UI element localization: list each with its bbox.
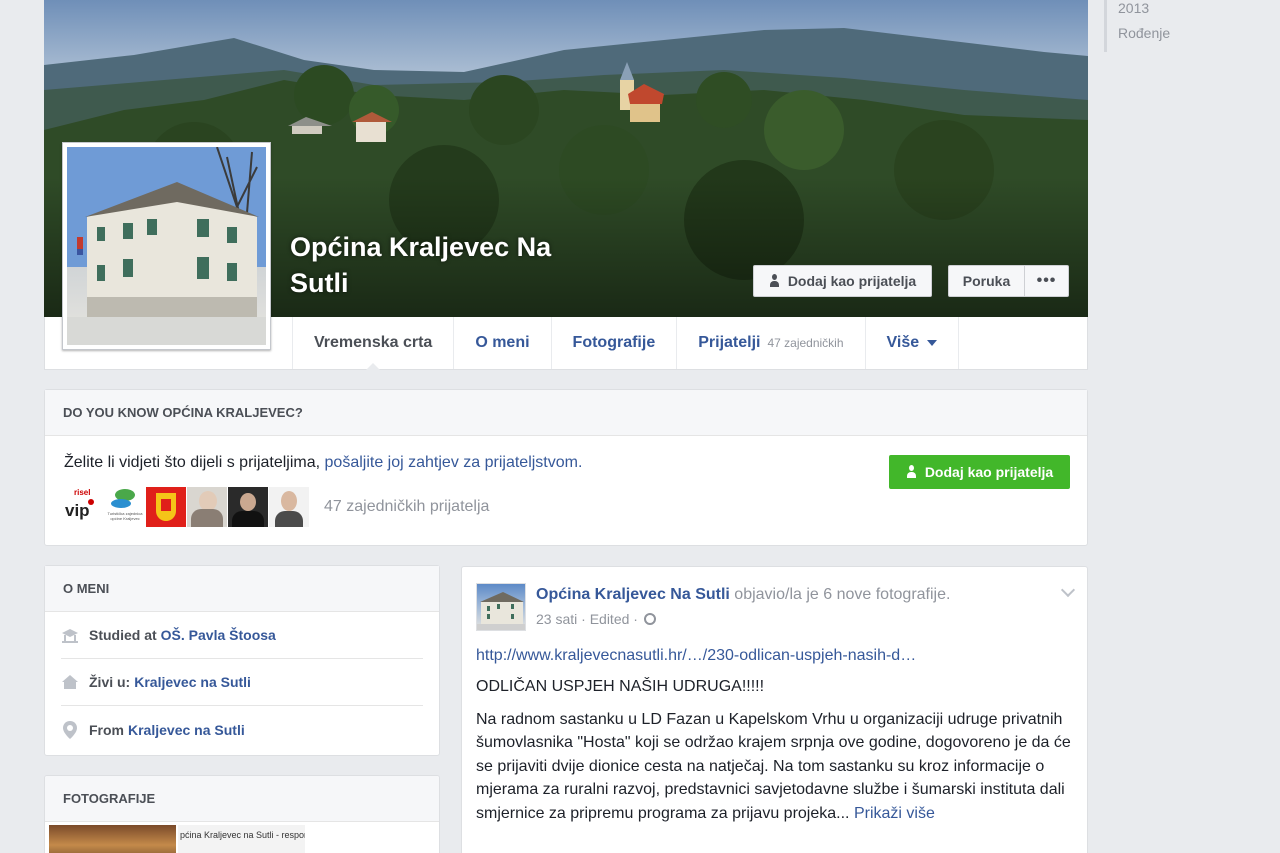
school-icon <box>61 626 79 644</box>
see-more-link[interactable]: Prikaži više <box>854 805 935 822</box>
profile-picture[interactable] <box>62 142 271 350</box>
post-meta: 23 sati · Edited · <box>536 611 656 627</box>
tab-friends[interactable]: Prijatelji 47 zajedničkih <box>676 317 864 369</box>
photos-box-title: FOTOGRAFIJE <box>45 776 439 822</box>
mutual-friend-avatar[interactable]: risel vip <box>64 487 104 527</box>
home-icon <box>61 673 79 691</box>
tab-more[interactable]: Više <box>864 317 960 369</box>
about-item-hometown: From Kraljevec na Sutli <box>61 706 423 753</box>
mutual-friend-avatar[interactable] <box>228 487 268 527</box>
year-nav: 2013 Rođenje <box>1104 0 1224 52</box>
post-timestamp[interactable]: 23 sati · Edited · <box>536 611 638 627</box>
current-city-link[interactable]: Kraljevec na Sutli <box>134 674 251 690</box>
location-pin-icon <box>61 720 79 739</box>
mutual-friend-avatar[interactable] <box>187 487 227 527</box>
post-author-avatar[interactable] <box>476 583 526 631</box>
photo-thumbnail[interactable]: pćina Kraljevec na Sutli - respons <box>178 825 305 853</box>
post-avatar-building-image <box>477 592 525 630</box>
about-item-current-city: Živi u: Kraljevec na Sutli <box>61 659 423 706</box>
profile-building-image <box>67 147 266 345</box>
hometown-link[interactable]: Kraljevec na Sutli <box>128 722 245 738</box>
mutual-friends-count[interactable]: 47 zajedničkih prijatelja <box>324 498 489 516</box>
mutual-friend-avatar[interactable] <box>269 487 309 527</box>
know-box-title: DO YOU KNOW OPĆINA KRALJEVEC? <box>45 390 1087 436</box>
know-box-text: Želite li vidjeti što dijeli s prijatelj… <box>64 454 583 471</box>
mutual-friends-row: risel vip Turistička zajednica općine Kr… <box>64 487 489 527</box>
tab-photos[interactable]: Fotografije <box>550 317 677 369</box>
about-box: O MENI Studied at OŠ. Pavla Štoosa Živi u… <box>44 565 440 756</box>
friends-count: 47 zajedničkih <box>767 336 844 350</box>
message-button[interactable]: Poruka <box>948 265 1024 297</box>
tab-about[interactable]: O meni <box>453 317 550 369</box>
mutual-friend-avatar[interactable]: Turistička zajednica općine Kraljevec <box>105 487 145 527</box>
year-nav-item-2013[interactable]: 2013 <box>1104 0 1224 24</box>
people-you-may-know-box: DO YOU KNOW OPĆINA KRALJEVEC? Želite li … <box>44 389 1088 546</box>
post-headline: ODLIČAN USPJEH NAŠIH UDRUGA!!!!! <box>476 678 765 695</box>
add-friend-green-button[interactable]: Dodaj kao prijatelja <box>889 455 1070 489</box>
tab-timeline[interactable]: Vremenska crta <box>292 317 453 370</box>
photo-thumbnail[interactable] <box>49 825 176 853</box>
profile-tabs: Vremenska crta O meni Fotografije Prijat… <box>292 317 960 370</box>
profile-name[interactable]: Općina Kraljevec Na Sutli <box>290 229 610 301</box>
globe-icon <box>643 613 656 625</box>
timeline-post: Općina Kraljevec Na Sutli objavio/la je … <box>461 566 1088 853</box>
send-friend-request-link[interactable]: pošaljite joj zahtjev za prijateljstvom. <box>325 454 583 471</box>
post-body: Na radnom sastanku u LD Fazan u Kapelsko… <box>476 711 1071 822</box>
add-friend-button[interactable]: Dodaj kao prijatelja <box>753 265 932 297</box>
more-options-button[interactable]: ••• <box>1024 265 1069 297</box>
chevron-down-icon[interactable] <box>1060 582 1076 598</box>
add-friend-icon <box>906 465 918 479</box>
mutual-friend-avatar[interactable] <box>146 487 186 527</box>
year-nav-item-birth[interactable]: Rođenje <box>1104 24 1224 52</box>
add-friend-icon <box>769 274 781 288</box>
about-item-education: Studied at OŠ. Pavla Štoosa <box>61 612 423 659</box>
caret-down-icon <box>927 340 938 346</box>
about-box-title: O MENI <box>45 566 439 612</box>
post-url-link[interactable]: http://www.kraljevecnasutli.hr/…/230-odl… <box>476 647 916 665</box>
post-header: Općina Kraljevec Na Sutli objavio/la je … <box>536 586 951 603</box>
post-author-link[interactable]: Općina Kraljevec Na Sutli <box>536 586 730 603</box>
school-link[interactable]: OŠ. Pavla Štoosa <box>161 627 276 643</box>
photos-box: FOTOGRAFIJE pćina Kraljevec na Sutli - r… <box>44 775 440 853</box>
